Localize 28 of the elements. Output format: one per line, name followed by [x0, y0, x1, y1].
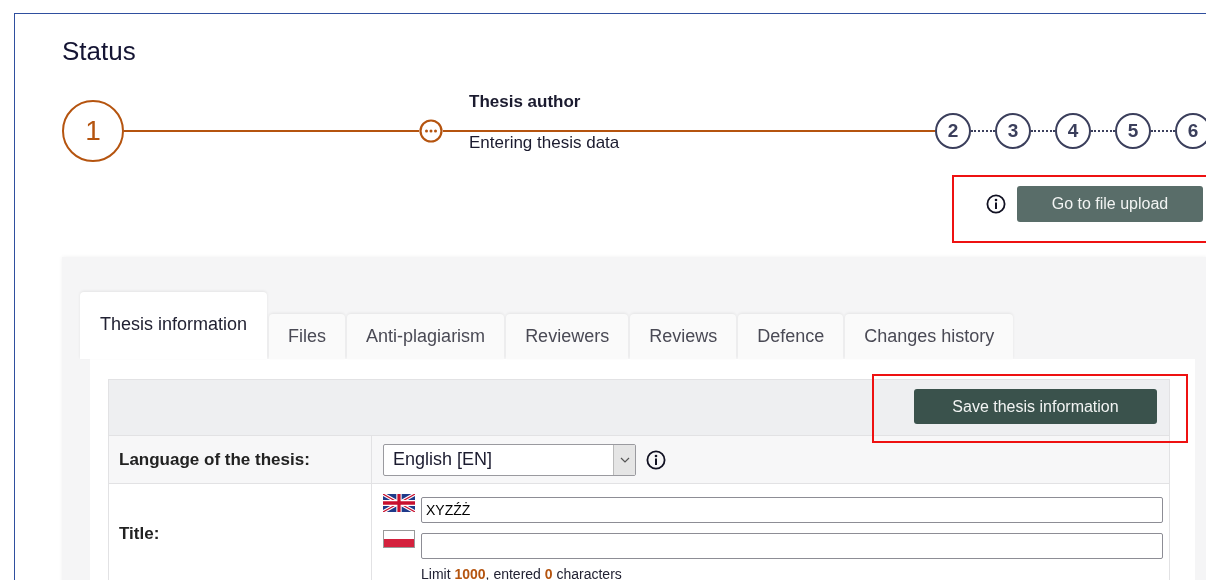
- uk-flag-icon: [383, 494, 415, 512]
- tab[interactable]: Defence: [738, 314, 844, 359]
- page-title: Status: [62, 35, 136, 66]
- stage-subtitle: Entering thesis data: [469, 133, 620, 153]
- upload-button[interactable]: Go to file upload: [1017, 186, 1203, 222]
- character-limit-text: Limit 1000, entered 0 characters: [420, 566, 623, 580]
- tab[interactable]: Anti-plagiarism: [347, 314, 505, 359]
- step-circle: 2: [935, 113, 971, 149]
- title-input[interactable]: [421, 533, 1163, 559]
- save-button[interactable]: Save thesis information: [914, 389, 1157, 424]
- tab[interactable]: Thesis information: [80, 292, 268, 359]
- caret-icon: [613, 444, 635, 475]
- step-circle: 4: [1055, 113, 1091, 149]
- field-label: Language of the thesis:: [109, 436, 372, 483]
- step-circle: 5: [1115, 113, 1151, 149]
- info-icon[interactable]: [986, 194, 1006, 214]
- tab[interactable]: Reviews: [630, 314, 737, 359]
- title-input[interactable]: XYZŹŻ: [421, 497, 1163, 523]
- step-circle: 6: [1175, 113, 1206, 149]
- stage-title: Thesis author: [469, 92, 581, 112]
- step-circle: 1: [62, 100, 124, 162]
- poland-flag-icon: [383, 530, 415, 548]
- info-icon[interactable]: [646, 449, 666, 470]
- tab[interactable]: Files: [269, 314, 346, 359]
- step-circle: 3: [995, 113, 1031, 149]
- tab[interactable]: Reviewers: [506, 314, 629, 359]
- tab[interactable]: Changes history: [845, 314, 1014, 359]
- language-dropdown[interactable]: English [EN]: [383, 443, 636, 476]
